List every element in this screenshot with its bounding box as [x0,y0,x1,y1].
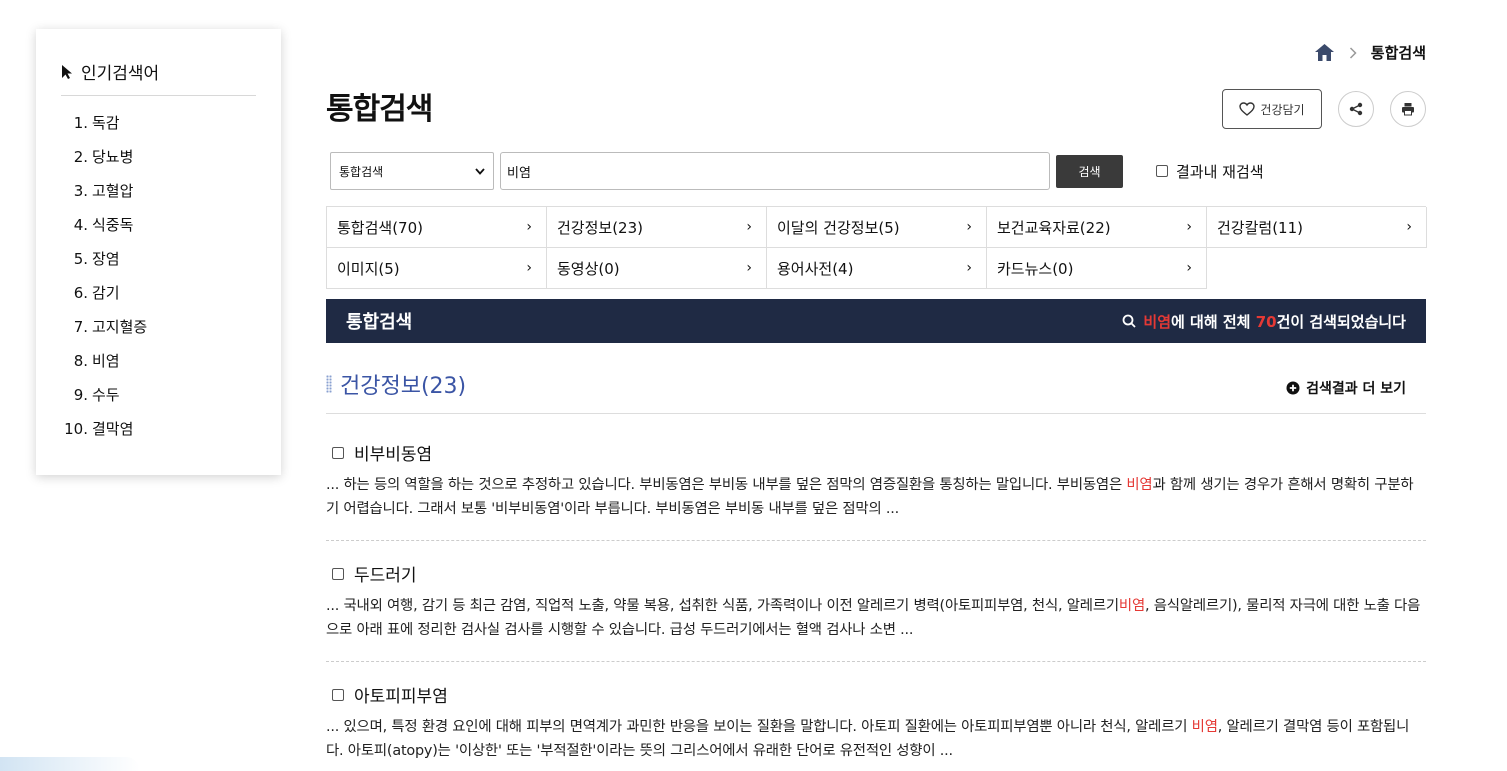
more-results-link[interactable]: 검색결과 더 보기 [1286,378,1406,398]
category-tab[interactable]: 건강칼럼(11) › [1207,207,1427,248]
cursor-icon [62,64,72,79]
category-tab[interactable]: 통합검색(70) › [327,207,547,248]
popular-keyword-item[interactable]: 1. 독감 [61,112,256,146]
popular-keyword-item[interactable]: 8. 비염 [61,350,256,384]
share-button[interactable] [1338,91,1374,127]
chevron-right-icon [1349,46,1357,59]
popular-keywords-title: 인기검색어 [81,64,160,84]
category-tab[interactable]: 건강정보(23) › [547,207,767,248]
result-item: 아토피피부염 ... 있으며, 특정 환경 요인에 대해 피부의 면역계가 과민… [326,682,1426,763]
popular-keywords-header: 인기검색어 [61,59,256,96]
chevron-right-icon: › [966,260,972,276]
item-title[interactable]: 아토피피부염 [354,682,448,707]
print-icon [1402,103,1414,116]
item-checkbox[interactable] [332,688,344,701]
search-form: 통합검색 비염 검색 결과내 재검색 [330,152,1264,190]
popular-keyword-item[interactable]: 7. 고지혈증 [61,316,256,350]
re-search-checkbox[interactable] [1156,165,1168,177]
popular-keywords-list: 1. 독감 2. 당뇨병 3. 고혈압 4. 식중독 5. 장염 6. 감기 7. 고지혈증 … [61,112,256,452]
item-title[interactable]: 두드러기 [354,561,417,586]
search-icon [1123,314,1137,328]
popular-keyword-item[interactable]: 6. 감기 [61,282,256,316]
heart-icon [1239,102,1256,116]
divider [326,661,1426,662]
result-keyword: 비염 [1143,312,1172,331]
item-description: ... 국내외 여행, 감기 등 최근 감염, 직업적 노출, 약물 복용, 섭… [326,598,1421,638]
result-item: 두드러기 ... 국내외 여행, 감기 등 최근 감염, 직업적 노출, 약물 … [326,561,1426,642]
keep-health-button[interactable]: 건강담기 [1222,89,1322,129]
search-button[interactable]: 검색 [1056,154,1123,188]
breadcrumb: 통합검색 [1314,42,1426,63]
result-item: 비부비동염 ... 하는 등의 역할을 하는 것으로 추정하고 있습니다. 부비… [326,440,1426,521]
divider [326,540,1426,541]
chevron-right-icon: › [1186,260,1192,276]
chevron-right-icon: › [1406,219,1412,235]
section-header: 건강정보(23) 검색결과 더 보기 [326,368,1426,414]
category-tab[interactable]: 용어사전(4) › [767,248,987,289]
item-checkbox[interactable] [332,567,344,580]
item-title[interactable]: 비부비동염 [354,440,432,465]
chevron-right-icon: › [526,260,532,276]
share-icon [1349,102,1363,116]
section-title: 건강정보(23) [326,368,466,400]
result-summary: 비염에 대해 전체 70건이 검색되었습니다 [1122,311,1406,332]
category-tab[interactable]: 동영상(0) › [547,248,767,289]
corner-decoration [0,757,140,771]
popular-keywords-panel: 인기검색어 1. 독감 2. 당뇨병 3. 고혈압 4. 식중독 5. 장염 6. 감기 7… [36,29,281,475]
popular-keyword-item[interactable]: 5. 장염 [61,248,256,282]
item-description: ... 있으며, 특정 환경 요인에 대해 피부의 면역계가 과민한 반응을 보… [326,719,1410,759]
chevron-right-icon: › [1186,219,1192,235]
category-tabs: 통합검색(70) › 건강정보(23) › 이달의 건강정보(5) › 보건교육자료(… [326,206,1427,289]
grip-icon [326,375,332,393]
result-bar-title: 통합검색 [346,312,413,333]
chevron-right-icon: › [966,219,972,235]
chevron-right-icon: › [746,260,752,276]
chevron-right-icon: › [746,219,752,235]
category-tab[interactable]: 카드뉴스(0) › [987,248,1207,289]
popular-keyword-item[interactable]: 9. 수두 [61,384,256,418]
search-input[interactable]: 비염 [500,152,1050,190]
category-tab[interactable]: 이달의 건강정보(5) › [767,207,987,248]
popular-keyword-item[interactable]: 2. 당뇨병 [61,146,256,180]
category-tab[interactable]: 보건교육자료(22) › [987,207,1207,248]
category-tab[interactable]: 이미지(5) › [327,248,547,289]
popular-keyword-item[interactable]: 10. 결막염 [61,418,256,452]
popular-keyword-item[interactable]: 4. 식중독 [61,214,256,248]
item-description: ... 하는 등의 역할을 하는 것으로 추정하고 있습니다. 부비동염은 부비… [326,477,1414,517]
chevron-down-icon [475,167,485,175]
chevron-right-icon: › [526,219,532,235]
page-tools: 건강담기 [1222,89,1426,129]
home-icon[interactable] [1314,43,1335,62]
breadcrumb-current: 통합검색 [1370,44,1426,62]
re-search-option[interactable]: 결과내 재검색 [1156,161,1264,182]
popular-keyword-item[interactable]: 3. 고혈압 [61,180,256,214]
result-summary-bar: 통합검색 비염에 대해 전체 70건이 검색되었습니다 [326,299,1426,343]
page-title: 통합검색 [326,92,433,127]
item-checkbox[interactable] [332,446,344,459]
result-count: 70 [1255,312,1277,331]
search-scope-select[interactable]: 통합검색 [330,152,494,190]
plus-circle-icon [1286,381,1300,395]
print-button[interactable] [1390,91,1426,127]
